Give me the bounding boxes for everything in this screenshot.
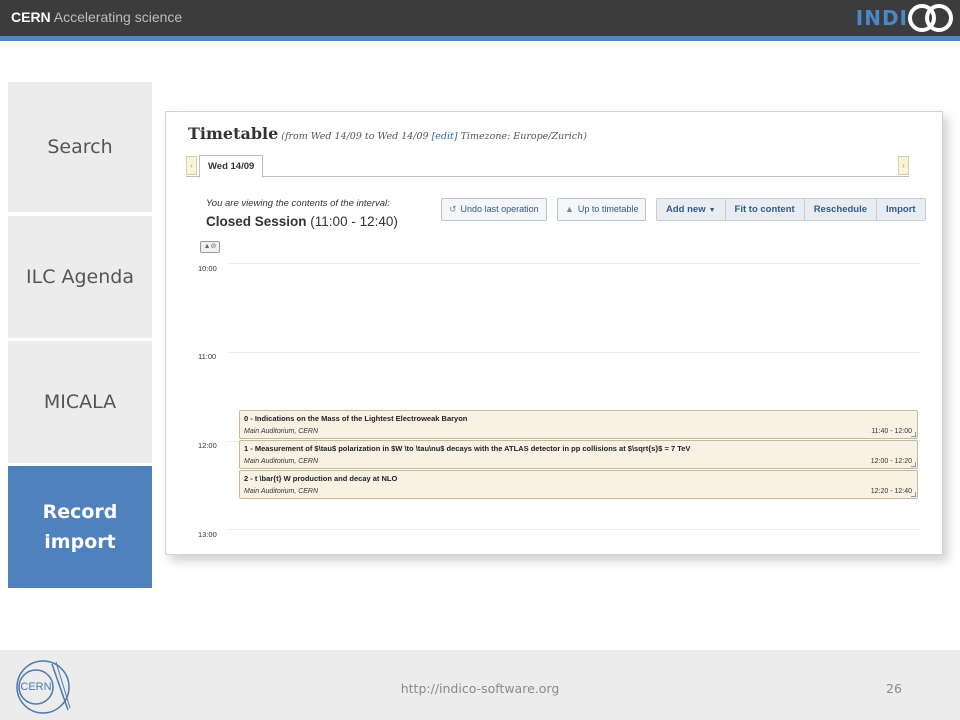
- toolbar-button-group: Add new ▼ Fit to content Reschedule Impor…: [656, 198, 926, 221]
- up-label: Up to timetable: [577, 204, 639, 214]
- nav-item-search[interactable]: Search: [8, 82, 152, 212]
- undo-icon: ↺: [449, 204, 457, 214]
- entry-location: Main Auditorium, CERN: [244, 488, 319, 495]
- resize-handle-icon[interactable]: [911, 462, 916, 467]
- interval-note: You are viewing the contents of the inte…: [206, 198, 390, 209]
- indico-logo-co-icon: [908, 4, 953, 32]
- hour-label: 10:00: [198, 264, 217, 273]
- entry-location: Main Auditorium, CERN: [244, 428, 319, 435]
- timetable-title: Timetable: [188, 124, 279, 143]
- add-new-label: Add new: [666, 204, 706, 215]
- nav-item-record-import[interactable]: Record import: [8, 466, 152, 588]
- nav-item-ilc-agenda[interactable]: ILC Agenda: [8, 216, 152, 338]
- entry-time: 11:40 - 12:00: [871, 428, 912, 435]
- range-suffix: Timezone: Europe/Zurich): [457, 131, 587, 142]
- undo-button[interactable]: ↺ Undo last operation: [441, 198, 547, 221]
- reschedule-button[interactable]: Reschedule: [805, 199, 878, 220]
- hour-label: 11:00: [198, 352, 217, 361]
- chevron-down-icon: ▼: [708, 207, 716, 214]
- nav-item-label: Record import: [42, 501, 118, 553]
- brand-name: CERN: [11, 9, 51, 25]
- hour-line: [228, 529, 920, 530]
- session-name: Closed Session: [206, 214, 307, 229]
- indico-logo: INDI: [856, 3, 954, 33]
- header-accent-line: [0, 36, 960, 41]
- hour-line: [228, 352, 920, 353]
- timetable-entry[interactable]: 2 - t \bar{t} W production and decay at …: [239, 470, 918, 499]
- entry-title: 1 - Measurement of $\tau$ polarization i…: [244, 444, 691, 453]
- indico-logo-prefix: INDI: [855, 6, 908, 30]
- footer-url-link[interactable]: http://indico-software.org: [0, 681, 960, 696]
- import-button[interactable]: Import: [877, 199, 925, 220]
- hour-line: [228, 263, 920, 264]
- timetable-entry[interactable]: 1 - Measurement of $\tau$ polarization i…: [239, 440, 918, 469]
- range-prefix: (from Wed 14/09 to Wed 14/09: [281, 131, 432, 142]
- nav-item-label: ILC Agenda: [26, 266, 134, 288]
- entry-time: 12:00 - 12:20: [870, 458, 912, 465]
- hour-label: 13:00: [198, 530, 217, 539]
- entry-location: Main Auditorium, CERN: [244, 458, 319, 465]
- fit-to-content-button[interactable]: Fit to content: [726, 199, 805, 220]
- brand-tagline: Accelerating science: [50, 9, 183, 25]
- up-to-timetable-button[interactable]: ▲ Up to timetable: [557, 198, 647, 221]
- interval-info: You are viewing the contents of the inte…: [206, 198, 398, 229]
- tab-scroll-right-icon[interactable]: ›: [898, 156, 909, 175]
- day-tab-bar: ‹ Wed 14/09 ›: [186, 155, 909, 178]
- timetable-entry[interactable]: 0 - Indications on the Mass of the Light…: [239, 410, 918, 439]
- resize-handle-icon[interactable]: [911, 432, 916, 437]
- timetable-heading: Timetable (from Wed 14/09 to Wed 14/09 [e…: [188, 124, 587, 143]
- tab-wed-14-09[interactable]: Wed 14/09: [199, 155, 264, 178]
- resize-handle-icon[interactable]: [911, 492, 916, 497]
- footer: CERN http://indico-software.org 26: [0, 650, 960, 720]
- up-arrow-icon: ▲: [565, 204, 574, 214]
- edit-link[interactable]: [edit]: [432, 131, 458, 142]
- footer-url: http://indico-software.org: [400, 681, 560, 696]
- timetable-range: (from Wed 14/09 to Wed 14/09 [edit] Time…: [281, 131, 587, 142]
- nav-item-micala[interactable]: MICALA: [8, 341, 152, 463]
- entry-time: 12:20 - 12:40: [870, 488, 912, 495]
- entry-title: 2 - t \bar{t} W production and decay at …: [244, 474, 398, 483]
- entry-title: 0 - Indications on the Mass of the Light…: [244, 414, 468, 423]
- header-bar: CERN Accelerating science INDI: [0, 0, 960, 36]
- page-number: 26: [886, 681, 902, 696]
- brand: CERN Accelerating science: [11, 9, 182, 25]
- tab-scroll-left-icon[interactable]: ‹: [186, 156, 197, 175]
- nav-item-label: MICALA: [43, 391, 117, 413]
- hour-label: 12:00: [198, 441, 217, 450]
- session-time: (11:00 - 12:40): [306, 214, 398, 229]
- undo-label: Undo last operation: [460, 204, 539, 214]
- timetable-screenshot: Timetable (from Wed 14/09 to Wed 14/09 [e…: [165, 111, 943, 555]
- nav-item-label: Search: [47, 136, 113, 158]
- session-heading: Closed Session (11:00 - 12:40): [206, 214, 398, 229]
- toggle-view-icon[interactable]: ▲⊘: [200, 241, 220, 253]
- add-new-button[interactable]: Add new ▼: [657, 199, 726, 220]
